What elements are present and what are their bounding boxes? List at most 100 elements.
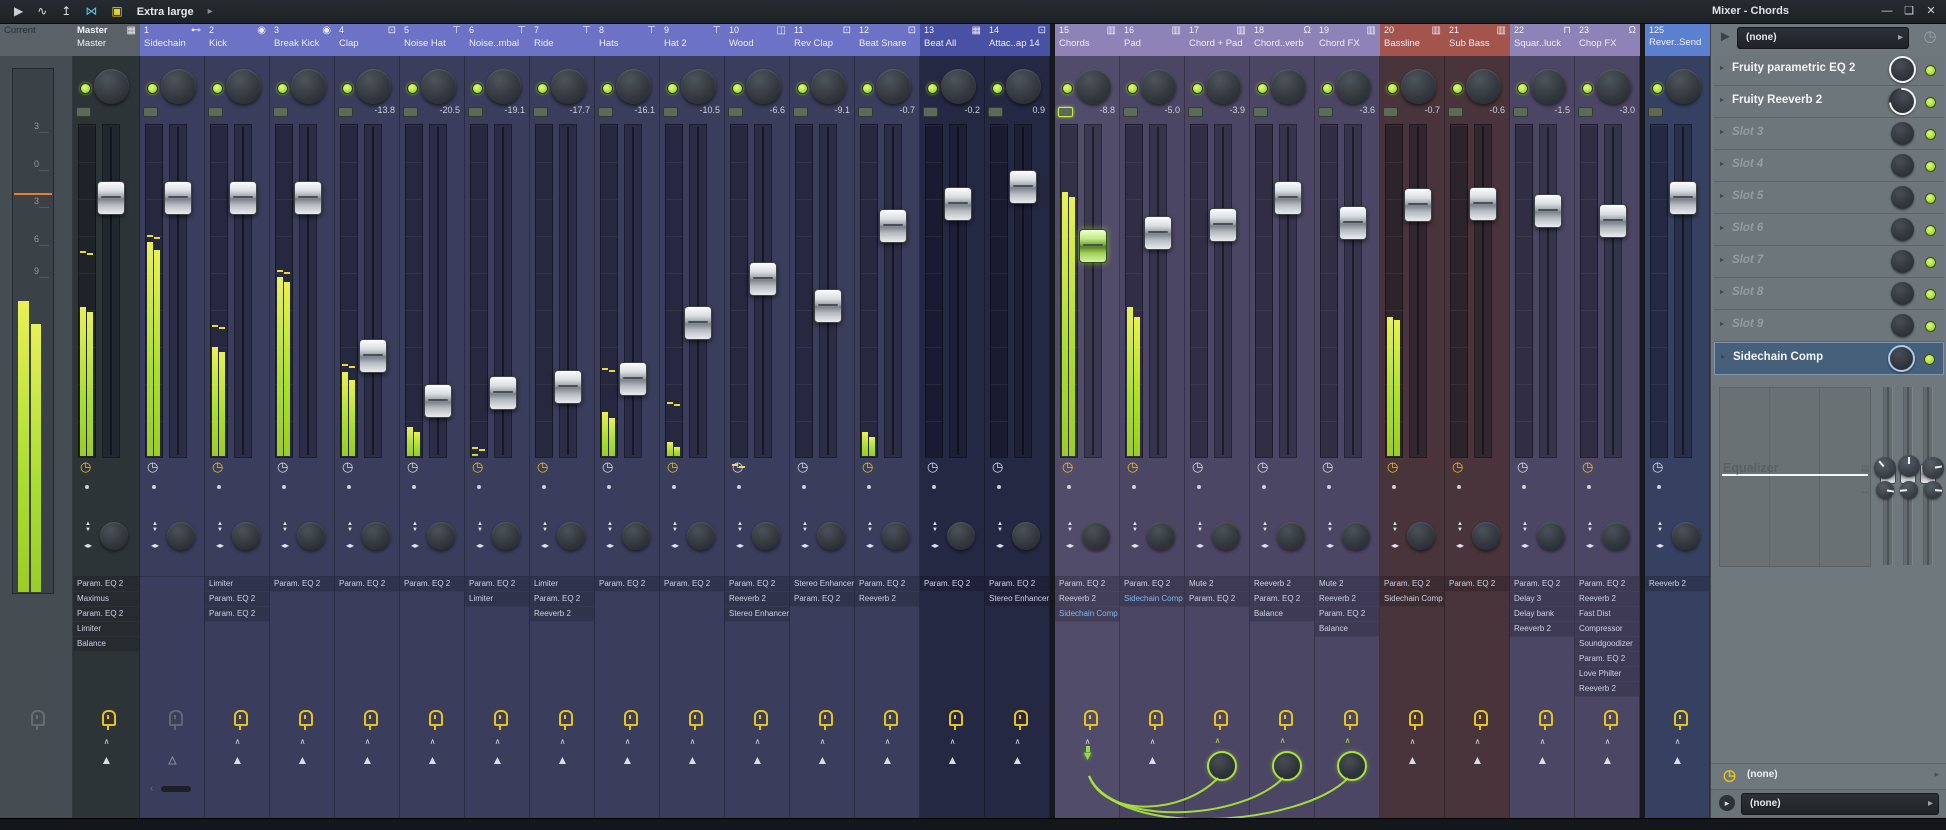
- track-header[interactable]: 4 ⊡ Clap: [335, 23, 400, 56]
- route-chevron-icon[interactable]: ∧: [1445, 738, 1510, 746]
- slot-enable-led[interactable]: [1925, 193, 1936, 204]
- plugin-slot-item[interactable]: Param. EQ 2: [1575, 577, 1639, 592]
- track-enable-led[interactable]: [537, 83, 548, 94]
- route-chevron-icon[interactable]: ∧: [985, 738, 1050, 746]
- plugin-slot-item[interactable]: Param. EQ 2: [270, 577, 334, 592]
- track-select-square[interactable]: [1578, 107, 1593, 117]
- track-select-square[interactable]: [1058, 107, 1073, 117]
- track-enable-led[interactable]: [1387, 83, 1398, 94]
- route-chevron-icon[interactable]: ∧: [855, 738, 920, 746]
- stereo-separation-knob[interactable]: [1277, 522, 1305, 550]
- slot-mix-knob[interactable]: [1889, 56, 1916, 83]
- plugin-slot-item[interactable]: Limiter: [73, 622, 139, 637]
- route-to-master-icon[interactable]: ▲: [660, 753, 725, 767]
- volume-fader-handle[interactable]: [619, 362, 647, 396]
- mixer-track[interactable]: 7 ⊤ Ride -17.7 ◷ ▲ ▼ ◂▸ Limiter Param. EQ 2 Reev…: [530, 23, 595, 818]
- track-enable-led[interactable]: [602, 83, 613, 94]
- track-header[interactable]: 14 ⊡ Attac..ap 14: [985, 23, 1050, 56]
- track-header[interactable]: 19 ▥ Chord FX: [1315, 23, 1380, 56]
- detach-icon[interactable]: ∿: [37, 0, 47, 23]
- volume-fader-handle[interactable]: [1599, 204, 1627, 238]
- pan-knob[interactable]: [1531, 69, 1566, 104]
- plugin-slot-item[interactable]: Param. EQ 2: [855, 577, 919, 592]
- audio-output-jack-icon[interactable]: [234, 710, 248, 730]
- track-enable-led[interactable]: [992, 83, 1003, 94]
- fx-slot-5[interactable]: ▸ Slot 5: [1714, 182, 1944, 214]
- volume-fader-track[interactable]: [1149, 124, 1167, 458]
- audio-output-jack-icon[interactable]: [559, 710, 573, 730]
- stereo-separation-knob[interactable]: [1602, 522, 1630, 550]
- track-select-square[interactable]: [598, 107, 613, 117]
- stereo-separation-knob[interactable]: [1147, 522, 1175, 550]
- stereo-separation-knob[interactable]: [362, 522, 390, 550]
- track-enable-led[interactable]: [1452, 83, 1463, 94]
- route-chevron-icon[interactable]: ∧: [335, 738, 400, 746]
- volume-fader-handle[interactable]: [1339, 206, 1367, 240]
- pan-knob[interactable]: [291, 69, 326, 104]
- stereo-separation-knob[interactable]: [557, 522, 585, 550]
- mixer-track[interactable]: 17 ▥ Chord + Pad -3.9 ◷ ▲ ▼ ◂▸ Mute 2 Param. EQ…: [1185, 23, 1250, 818]
- pan-knob[interactable]: [941, 69, 976, 104]
- pan-knob[interactable]: [1666, 69, 1701, 104]
- plugin-slot-item[interactable]: Param. EQ 2: [1575, 652, 1639, 667]
- audio-output-jack-icon[interactable]: [949, 710, 963, 730]
- route-to-master-icon[interactable]: ▲: [920, 753, 985, 767]
- route-disabled-icon[interactable]: ▲: [140, 753, 205, 768]
- track-header[interactable]: 12 ⊡ Beat Snare: [855, 23, 920, 56]
- audio-output-jack-icon[interactable]: [169, 710, 183, 730]
- audio-output-jack-icon[interactable]: [1674, 710, 1688, 730]
- scroll-left-icon[interactable]: ‹: [150, 783, 153, 794]
- route-to-master-icon[interactable]: ▲: [985, 753, 1050, 767]
- plugin-slot-item[interactable]: Reeverb 2: [1055, 592, 1119, 607]
- slot-mix-knob[interactable]: [1891, 122, 1914, 145]
- plugin-slot-item[interactable]: Balance: [1250, 607, 1314, 622]
- volume-fader-track[interactable]: [1344, 124, 1362, 458]
- route-chevron-icon[interactable]: ∧: [790, 738, 855, 746]
- mixer-track[interactable]: 9 ⊤ Hat 2 -10.5 ◷ ▲ ▼ ◂▸ Param. EQ 2 ∧ ▲: [660, 23, 725, 818]
- track-enable-led[interactable]: [1652, 83, 1663, 94]
- plugin-slot-item[interactable]: Param. EQ 2: [790, 592, 854, 607]
- route-chevron-icon[interactable]: ∧: [73, 738, 140, 746]
- volume-fader-track[interactable]: [1474, 124, 1492, 458]
- stereo-separation-knob[interactable]: [1537, 522, 1565, 550]
- route-to-master-icon[interactable]: ▲: [205, 753, 270, 767]
- eq-knob-2[interactable]: [1898, 455, 1920, 477]
- track-enable-led[interactable]: [1517, 83, 1528, 94]
- maximize-button[interactable]: ❑: [1898, 0, 1920, 23]
- clock-icon[interactable]: ◷: [1517, 460, 1528, 474]
- track-header[interactable]: 16 ▥ Pad: [1120, 23, 1185, 56]
- stereo-separation-knob[interactable]: [492, 522, 520, 550]
- slot-mix-knob[interactable]: [1891, 314, 1914, 337]
- track-select-square[interactable]: [1188, 107, 1203, 117]
- track-header[interactable]: 2 ◉ Kick: [205, 23, 270, 56]
- plugin-slot-item[interactable]: Soundgoodizer: [1575, 637, 1639, 652]
- plugin-slot-item[interactable]: Stereo Enhancer: [985, 592, 1049, 607]
- volume-fader-handle[interactable]: [554, 370, 582, 404]
- audio-output-jack-icon[interactable]: [624, 710, 638, 730]
- plugin-slot-item[interactable]: Reeverb 2: [1510, 622, 1574, 637]
- fx-slot-7[interactable]: ▸ Slot 7: [1714, 246, 1944, 278]
- track-header[interactable]: 10 ◫ Wood: [725, 23, 790, 56]
- slot-enable-led[interactable]: [1925, 289, 1936, 300]
- track-enable-led[interactable]: [342, 83, 353, 94]
- route-to-master-icon[interactable]: ▲: [270, 753, 335, 767]
- slot-mix-knob[interactable]: [1883, 82, 1922, 121]
- audio-output-jack-icon[interactable]: [1014, 710, 1028, 730]
- track-header[interactable]: 23 Ω Chop FX: [1575, 23, 1640, 56]
- master-track[interactable]: Master ▦ Master ◷ ▲ ▼ ◂▸ Param. EQ 2 Maximus P…: [73, 23, 140, 818]
- track-select-square[interactable]: [1648, 107, 1663, 117]
- slot-mix-knob[interactable]: [1891, 282, 1914, 305]
- volume-fader-track[interactable]: [1409, 124, 1427, 458]
- plugin-slot-item[interactable]: Param. EQ 2: [1445, 577, 1509, 592]
- link-icon[interactable]: ⋈: [85, 0, 97, 23]
- volume-fader-handle[interactable]: [749, 262, 777, 296]
- stereo-separation-knob[interactable]: [167, 522, 195, 550]
- plugin-slot-item[interactable]: Reeverb 2: [855, 592, 919, 607]
- route-chevron-icon[interactable]: ∧: [205, 738, 270, 746]
- clock-icon[interactable]: ◷: [992, 460, 1003, 474]
- pan-knob[interactable]: [94, 69, 129, 104]
- route-to-master-icon[interactable]: ▲: [1380, 753, 1445, 767]
- clock-icon[interactable]: ◷: [667, 460, 678, 474]
- track-header[interactable]: 13 ▦ Beat All: [920, 23, 985, 56]
- clock-icon[interactable]: ◷: [797, 460, 808, 474]
